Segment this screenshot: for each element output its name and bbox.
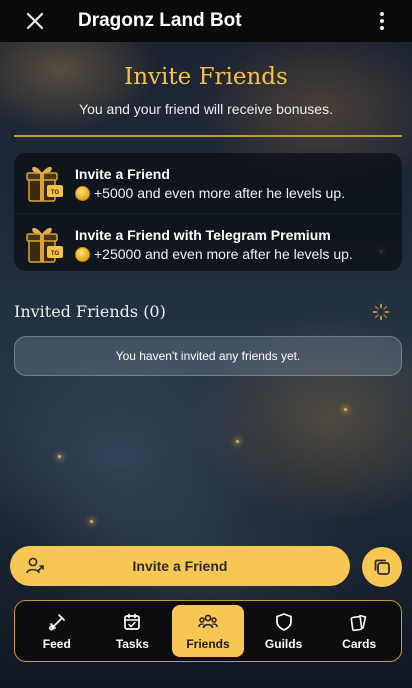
coin-icon (75, 246, 90, 262)
nav-label: Cards (342, 636, 377, 651)
invite-friend-button[interactable]: Invite a Friend (10, 546, 350, 586)
more-menu-button[interactable] (372, 9, 392, 33)
feed-icon (48, 613, 65, 631)
nav-item-cards[interactable]: Cards (323, 605, 395, 657)
dot (380, 26, 384, 30)
invite-option-description: +5000 and even more after he levels up. (75, 185, 345, 201)
nav-item-tasks[interactable]: Tasks (96, 605, 168, 657)
dot (380, 12, 384, 16)
nav-label: Feed (42, 636, 71, 651)
shield-icon (275, 612, 292, 631)
sparkle (236, 440, 239, 443)
friends-icon (198, 614, 218, 628)
invited-friends-empty-state: You haven't invited any friends yet. (14, 336, 402, 376)
dot (380, 19, 384, 23)
gift-icon: TG (26, 227, 63, 263)
sparkle (344, 408, 347, 411)
invite-friend-button-label: Invite a Friend (132, 558, 228, 574)
nav-label: Guilds (264, 636, 303, 651)
invite-option-title: Invite a Friend with Telegram Premium (75, 227, 331, 243)
copy-link-button[interactable] (362, 547, 402, 587)
nav-label: Tasks (115, 636, 149, 651)
invite-option-friend[interactable]: TG Invite a Friend +5000 and even more a… (14, 153, 402, 211)
top-bar: Dragonz Land Bot (0, 0, 412, 42)
svg-text:TG: TG (51, 190, 60, 196)
close-icon (26, 12, 44, 30)
cards-icon (350, 614, 367, 631)
tasks-icon (124, 613, 141, 630)
bottom-navigation: Feed Tasks Friends Guilds Cards (14, 600, 402, 662)
sparkle (58, 455, 61, 458)
sparkle (90, 520, 93, 523)
nav-item-guilds[interactable]: Guilds (248, 605, 320, 657)
copy-icon (374, 559, 390, 575)
nav-label: Friends (186, 636, 230, 651)
invite-options-card: TG Invite a Friend +5000 and even more a… (14, 153, 402, 271)
svg-text:TG: TG (51, 251, 60, 257)
divider (14, 135, 402, 137)
invite-option-description: +25000 and even more after he levels up. (75, 246, 353, 262)
refresh-spinner-icon[interactable] (372, 303, 390, 321)
invite-option-premium-friend[interactable]: TG Invite a Friend with Telegram Premium… (14, 213, 402, 271)
invite-option-title: Invite a Friend (75, 166, 170, 182)
invited-friends-heading: Invited Friends (0) (14, 302, 166, 321)
page-title: Invite Friends (124, 64, 288, 90)
invite-option-bonus-text: +25000 and even more after he levels up. (94, 246, 353, 262)
gift-icon: TG (26, 166, 63, 202)
close-button[interactable] (22, 8, 48, 34)
page-subtitle: You and your friend will receive bonuses… (79, 101, 333, 117)
app-title: Dragonz Land Bot (78, 10, 242, 31)
coin-icon (75, 185, 90, 201)
nav-item-feed[interactable]: Feed (21, 605, 93, 657)
invite-option-bonus-text: +5000 and even more after he levels up. (94, 185, 346, 201)
nav-item-friends[interactable]: Friends (171, 605, 244, 657)
